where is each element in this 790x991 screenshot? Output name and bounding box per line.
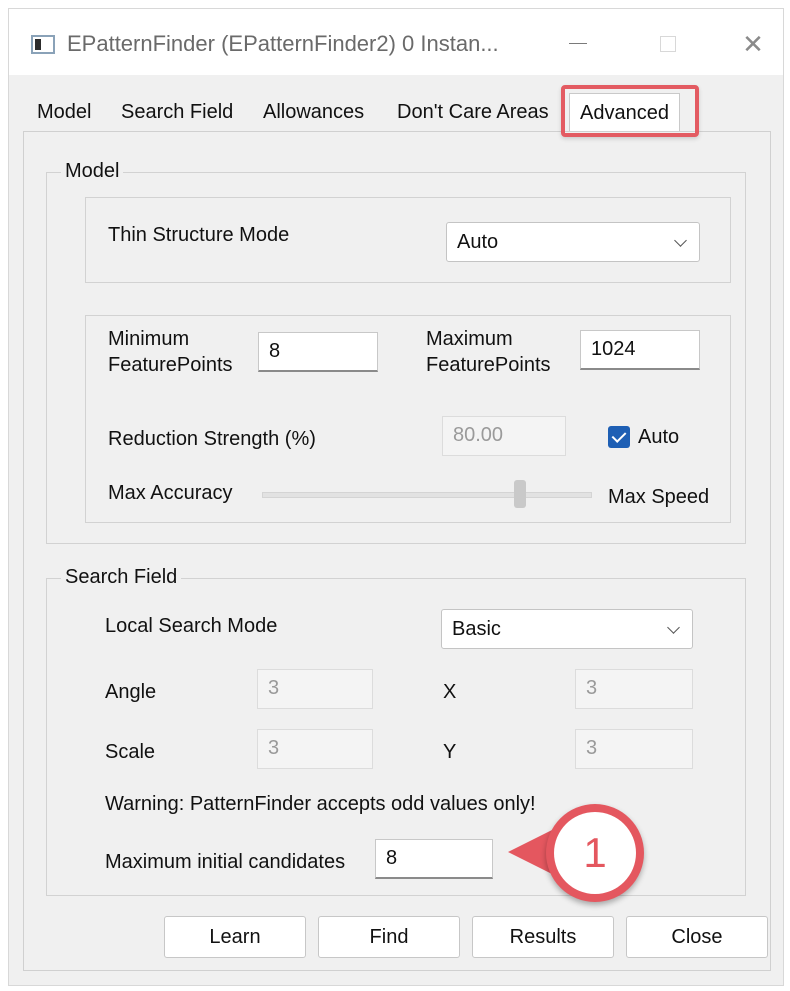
find-button[interactable]: Find — [318, 916, 460, 958]
maximize-button[interactable] — [649, 27, 689, 61]
tab-model[interactable]: Model — [37, 93, 91, 131]
scale-input: 3 — [257, 729, 373, 769]
max-feature-points-label-line2: FeaturePoints — [426, 354, 551, 376]
y-label: Y — [443, 741, 457, 763]
tab-advanced[interactable]: Advanced — [569, 93, 680, 132]
auto-checkbox-label[interactable]: Auto — [638, 426, 679, 449]
app-window-icon — [31, 35, 55, 54]
search-field-group-title: Search Field — [61, 566, 182, 589]
tab-allowances[interactable]: Allowances — [263, 93, 364, 131]
pattern-finder-window: EPatternFinder (EPatternFinder2) 0 Insta… — [8, 8, 784, 986]
reduction-strength-input: 80.00 — [442, 416, 566, 456]
callout-circle: 1 — [546, 804, 644, 902]
min-feature-points-label-line2: FeaturePoints — [108, 354, 233, 376]
max-feature-points-label-line1: Maximum — [426, 328, 513, 350]
max-candidates-label: Maximum initial candidates — [105, 851, 346, 873]
max-candidates-input[interactable]: 8 — [375, 839, 493, 879]
tab-dont-care-areas[interactable]: Don't Care Areas — [397, 93, 549, 131]
model-groupbox: Model Thin Structure Mode Auto Minimum F… — [46, 160, 746, 544]
thin-structure-label: Thin Structure Mode — [108, 224, 290, 246]
tab-strip: Model Search Field Allowances Don't Care… — [9, 93, 783, 133]
local-search-mode-value: Basic — [452, 618, 501, 640]
max-speed-label: Max Speed — [608, 486, 710, 508]
close-button[interactable]: Close — [626, 916, 768, 958]
min-feature-points-label: Minimum FeaturePoints — [108, 326, 233, 378]
scale-label: Scale — [105, 741, 156, 763]
accuracy-speed-slider-track[interactable] — [262, 492, 592, 498]
learn-button[interactable]: Learn — [164, 916, 306, 958]
min-feature-points-input[interactable]: 8 — [258, 332, 378, 372]
max-feature-points-label: Maximum FeaturePoints — [426, 326, 551, 378]
title-bar: EPatternFinder (EPatternFinder2) 0 Insta… — [9, 9, 783, 75]
chevron-down-icon — [667, 621, 680, 634]
angle-label: Angle — [105, 681, 157, 703]
close-window-button[interactable]: ✕ — [733, 27, 773, 61]
advanced-tab-panel: Model Thin Structure Mode Auto Minimum F… — [23, 131, 771, 971]
max-accuracy-label: Max Accuracy — [108, 482, 233, 504]
thin-structure-mode-select[interactable]: Auto — [446, 222, 700, 262]
max-feature-points-input[interactable]: 1024 — [580, 330, 700, 370]
reduction-strength-label: Reduction Strength (%) — [108, 428, 316, 450]
x-input: 3 — [575, 669, 693, 709]
auto-checkbox[interactable] — [608, 426, 630, 448]
tab-search-field[interactable]: Search Field — [121, 93, 233, 131]
thin-structure-panel: Thin Structure Mode Auto — [85, 197, 731, 283]
x-label: X — [443, 681, 457, 703]
y-input: 3 — [575, 729, 693, 769]
feature-points-panel: Minimum FeaturePoints 8 Maximum FeatureP… — [85, 315, 731, 523]
accuracy-speed-slider-thumb[interactable] — [514, 480, 526, 508]
angle-input: 3 — [257, 669, 373, 709]
odd-values-warning: Warning: PatternFinder accepts odd value… — [105, 793, 536, 815]
local-search-mode-select[interactable]: Basic — [441, 609, 693, 649]
callout-number: 1 — [554, 812, 636, 894]
window-title: EPatternFinder (EPatternFinder2) 0 Insta… — [67, 31, 499, 56]
min-feature-points-label-line1: Minimum — [108, 328, 190, 350]
thin-structure-mode-value: Auto — [457, 231, 499, 253]
local-search-mode-label: Local Search Mode — [105, 615, 278, 637]
results-button[interactable]: Results — [472, 916, 614, 958]
chevron-down-icon — [674, 234, 687, 247]
minimize-button[interactable] — [559, 27, 599, 61]
step-callout-marker: 1 — [508, 804, 648, 910]
model-group-title: Model — [61, 160, 124, 183]
